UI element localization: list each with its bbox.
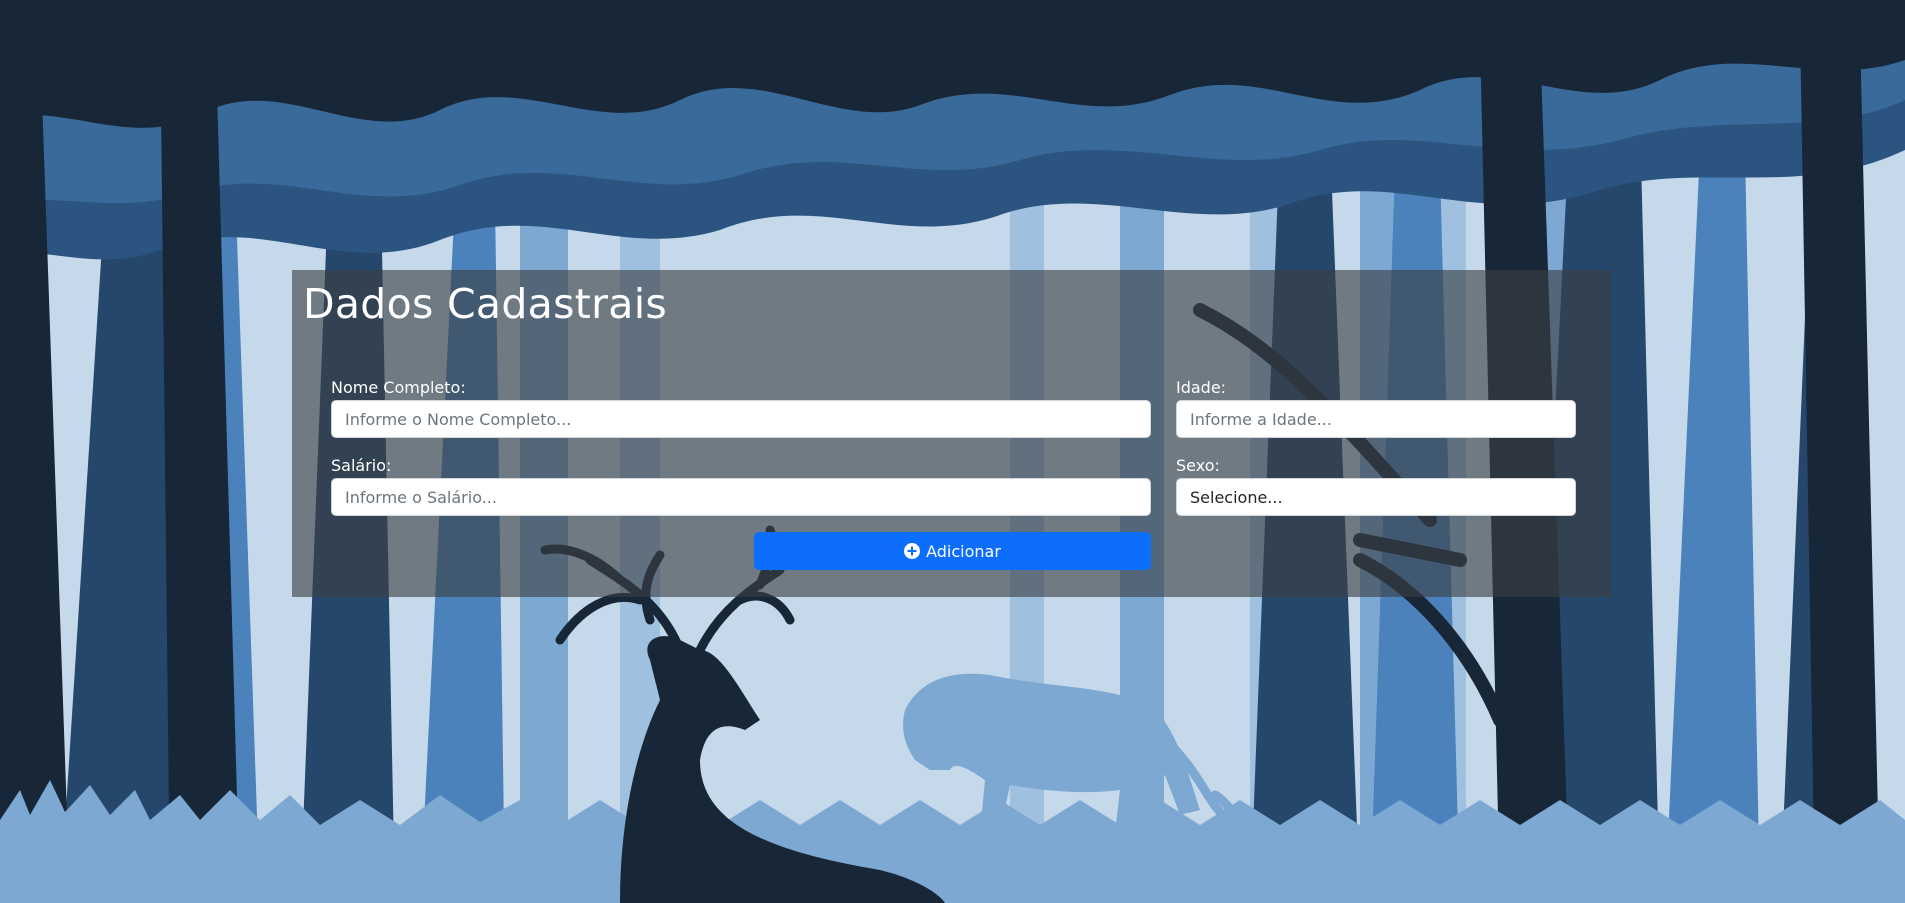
salary-label: Salário: xyxy=(331,456,392,475)
sex-select[interactable]: Selecione... xyxy=(1176,478,1576,516)
sex-label: Sexo: xyxy=(1176,456,1220,475)
add-button[interactable]: Adicionar xyxy=(754,532,1151,570)
age-label: Idade: xyxy=(1176,378,1227,397)
registration-form-panel: Dados Cadastrais Nome Completo: Idade: S… xyxy=(292,270,1612,597)
form-title: Dados Cadastrais xyxy=(303,280,668,328)
age-input[interactable] xyxy=(1176,400,1576,438)
name-input[interactable] xyxy=(331,400,1151,438)
name-label: Nome Completo: xyxy=(331,378,466,397)
salary-input[interactable] xyxy=(331,478,1151,516)
add-button-label: Adicionar xyxy=(926,541,1001,561)
sex-select-value: Selecione... xyxy=(1190,487,1283,507)
plus-circle-icon xyxy=(904,543,921,559)
